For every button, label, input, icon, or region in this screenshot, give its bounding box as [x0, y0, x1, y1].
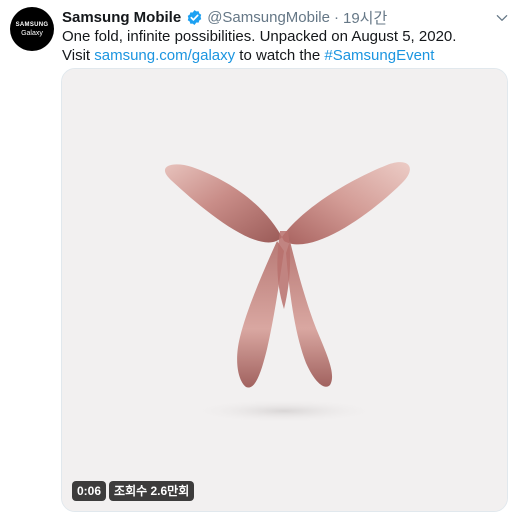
tweet-text-line-2: Visit samsung.com/galaxy to watch the #S…: [62, 46, 502, 65]
avatar-brand-text: SAMSUNG: [15, 21, 49, 28]
hashtag-link[interactable]: #SamsungEvent: [324, 47, 434, 64]
timestamp[interactable]: 19시간: [343, 7, 387, 28]
video-overlay: 0:06 조회수 2.6만회: [72, 481, 195, 501]
chevron-down-icon[interactable]: [494, 10, 510, 26]
tweet-text-line-1: One fold, infinite possibilities. Unpack…: [62, 28, 457, 45]
galaxy-link[interactable]: samsung.com/galaxy: [94, 47, 235, 64]
text-middle: to watch the: [235, 47, 325, 64]
tweet[interactable]: SAMSUNG Galaxy Samsung Mobile @SamsungMo…: [0, 0, 520, 520]
tweet-header: Samsung Mobile @SamsungMobile · 19시간: [62, 7, 490, 27]
video-duration: 0:06: [72, 481, 107, 501]
avatar-sub-text: Galaxy: [21, 29, 43, 37]
view-count: 조회수 2.6만회: [109, 481, 195, 501]
separator-dot: ·: [333, 8, 339, 26]
tweet-text: One fold, infinite possibilities. Unpack…: [62, 27, 502, 65]
text-prefix: Visit: [62, 47, 95, 64]
author-name[interactable]: Samsung Mobile: [62, 9, 181, 26]
video-player[interactable]: 0:06 조회수 2.6만회: [61, 68, 508, 512]
verified-badge-icon: [186, 9, 203, 26]
avatar[interactable]: SAMSUNG Galaxy: [10, 7, 54, 51]
author-handle[interactable]: @SamsungMobile: [207, 9, 330, 26]
folding-butterfly-image: [62, 69, 507, 511]
